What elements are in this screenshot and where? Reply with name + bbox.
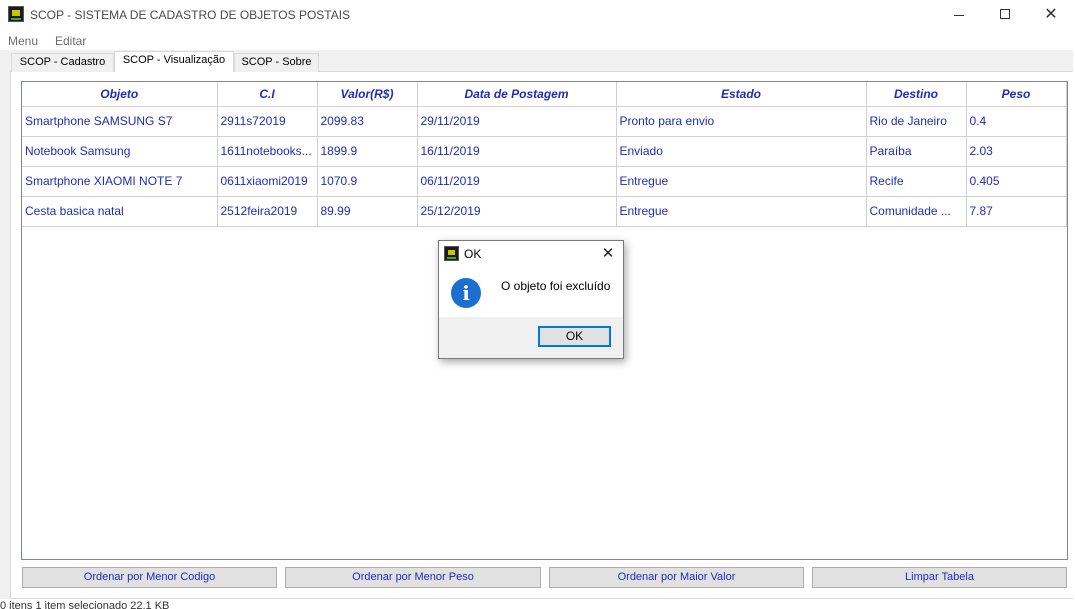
cell-destino[interactable]: Recife [866, 166, 967, 197]
table-row[interactable]: Cesta basica natal 2512feira2019 89.99 2… [22, 196, 1067, 227]
app-window: SCOP - SISTEMA DE CADASTRO DE OBJETOS PO… [0, 0, 1075, 609]
tab-visualizacao[interactable]: SCOP - Visualização [114, 51, 234, 72]
dialog-title-bar: OK ✕ [439, 241, 623, 267]
cell-valor[interactable]: 1899.9 [317, 136, 418, 167]
maximize-icon [1000, 9, 1010, 19]
column-header-objeto[interactable]: Objeto [22, 82, 218, 107]
app-icon [8, 6, 24, 22]
cell-data[interactable]: 06/11/2019 [417, 166, 617, 197]
tab-strip: SCOP - Cadastro SCOP - Visualização SCOP… [0, 50, 1075, 72]
clear-table-button[interactable]: Limpar Tabela [812, 567, 1067, 588]
cell-valor[interactable]: 2099.83 [317, 106, 418, 137]
info-icon: i [451, 278, 481, 308]
column-header-peso[interactable]: Peso [966, 82, 1067, 107]
maximize-button[interactable] [982, 0, 1028, 30]
table-row[interactable]: Smartphone XIAOMI NOTE 7 0611xiaomi2019 … [22, 166, 1067, 197]
cell-estado[interactable]: Entregue [616, 166, 867, 197]
window-title: SCOP - SISTEMA DE CADASTRO DE OBJETOS PO… [30, 8, 351, 22]
cell-data[interactable]: 25/12/2019 [417, 196, 617, 227]
column-header-ci[interactable]: C.I [217, 82, 318, 107]
cell-data[interactable]: 16/11/2019 [417, 136, 617, 167]
cell-objeto[interactable]: Notebook Samsung [22, 136, 218, 167]
minimize-icon [954, 15, 964, 16]
cell-ci[interactable]: 0611xiaomi2019 [217, 166, 318, 197]
sort-by-weight-button[interactable]: Ordenar por Menor Peso [285, 567, 541, 588]
cell-destino[interactable]: Comunidade ... [866, 196, 967, 227]
cell-peso[interactable]: 2.03 [966, 136, 1067, 167]
column-header-estado[interactable]: Estado [616, 82, 867, 107]
cell-ci[interactable]: 2911s72019 [217, 106, 318, 137]
table-row[interactable]: Notebook Samsung 1611notebooks... 1899.9… [22, 136, 1067, 167]
close-icon: ✕ [1044, 6, 1058, 23]
close-icon: ✕ [601, 245, 615, 262]
dialog-message: O objeto foi excluído [501, 279, 611, 293]
cell-data[interactable]: 29/11/2019 [417, 106, 617, 137]
menu-item-menu[interactable]: Menu [8, 34, 38, 48]
cell-estado[interactable]: Enviado [616, 136, 867, 167]
tab-cadastro[interactable]: SCOP - Cadastro [11, 53, 114, 72]
status-bar: 0 itens 1 item selecionado 22,1 KB [0, 599, 1075, 609]
cell-destino[interactable]: Paraíba [866, 136, 967, 167]
title-bar: SCOP - SISTEMA DE CADASTRO DE OBJETOS PO… [0, 0, 1075, 30]
objects-grid: Objeto C.I Valor(R$) Data de Postagem Es… [22, 82, 1067, 227]
close-button[interactable]: ✕ [1028, 0, 1074, 30]
cell-peso[interactable]: 0.4 [966, 106, 1067, 137]
minimize-button[interactable] [936, 0, 982, 30]
column-header-valor[interactable]: Valor(R$) [317, 82, 418, 107]
sort-by-value-button[interactable]: Ordenar por Maior Valor [549, 567, 804, 588]
cell-valor[interactable]: 89.99 [317, 196, 418, 227]
menu-bar: Menu Editar [0, 30, 1075, 50]
table-header-row: Objeto C.I Valor(R$) Data de Postagem Es… [22, 82, 1067, 107]
cell-estado[interactable]: Pronto para envio [616, 106, 867, 137]
cell-objeto[interactable]: Smartphone SAMSUNG S7 [22, 106, 218, 137]
dialog-title: OK [464, 247, 482, 261]
column-header-destino[interactable]: Destino [866, 82, 967, 107]
menu-item-editar[interactable]: Editar [55, 34, 86, 48]
cell-valor[interactable]: 1070.9 [317, 166, 418, 197]
cell-objeto[interactable]: Smartphone XIAOMI NOTE 7 [22, 166, 218, 197]
ok-button[interactable]: OK [538, 326, 611, 347]
cell-objeto[interactable]: Cesta basica natal [22, 196, 218, 227]
tab-sobre[interactable]: SCOP - Sobre [234, 53, 319, 72]
sort-by-code-button[interactable]: Ordenar por Menor Codigo [22, 567, 277, 588]
table-row[interactable]: Smartphone SAMSUNG S7 2911s72019 2099.83… [22, 106, 1067, 137]
dialog-close-button[interactable]: ✕ [597, 243, 619, 265]
cell-ci[interactable]: 2512feira2019 [217, 196, 318, 227]
cell-destino[interactable]: Rio de Janeiro [866, 106, 967, 137]
message-dialog: OK ✕ i O objeto foi excluído OK [438, 240, 624, 359]
cell-peso[interactable]: 7.87 [966, 196, 1067, 227]
column-header-data[interactable]: Data de Postagem [417, 82, 617, 107]
cell-ci[interactable]: 1611notebooks... [217, 136, 318, 167]
status-text: 0 itens 1 item selecionado 22,1 KB [0, 600, 170, 609]
cell-peso[interactable]: 0.405 [966, 166, 1067, 197]
app-icon [444, 246, 459, 261]
dialog-body: i O objeto foi excluído [439, 267, 623, 317]
cell-estado[interactable]: Entregue [616, 196, 867, 227]
